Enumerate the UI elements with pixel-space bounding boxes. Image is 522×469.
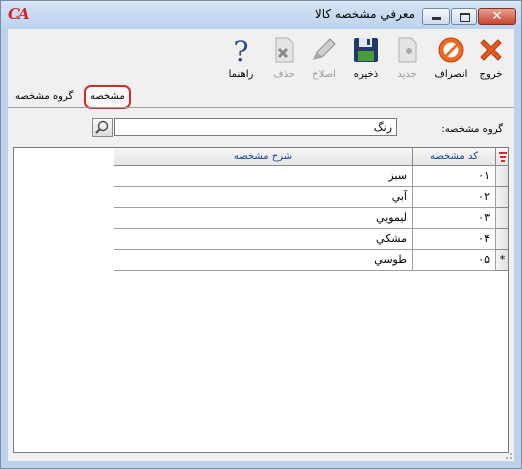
minimize-icon [432,17,441,20]
tab-attribute[interactable]: مشخصه [84,85,131,109]
cancel-icon [438,37,464,63]
client-area: خروج انصراف ذخيره جديد اصلاح حذف ? راهنم… [8,29,514,461]
app-logo: CA [8,5,30,23]
row-selector[interactable] [496,187,508,208]
help-label: راهنما [228,69,254,80]
table-cell-description[interactable]: آبي [114,187,413,208]
table-cell-description[interactable]: ليمويي [114,208,413,229]
row-selector[interactable] [496,166,508,187]
table-cell-description[interactable]: طوسي [114,250,413,271]
close-icon: ✕ [491,9,503,24]
attribute-grid: شرح مشخصه کد مشخصه سبز ۰۱ آبي ۰۲ ليمويي … [13,147,509,453]
delete-button[interactable]: حذف [266,29,302,85]
close-button[interactable]: ✕ [478,8,516,25]
cancel-label: انصراف [434,69,468,80]
toolbar: خروج انصراف ذخيره جديد اصلاح حذف ? راهنم… [8,29,514,85]
resize-grip-icon[interactable] [501,448,513,460]
new-label: جديد [397,69,417,80]
filter-icon[interactable] [496,148,508,166]
window-title: معرفي مشخصه کالا [314,7,415,21]
help-icon: ? [233,35,248,65]
row-selector[interactable] [496,229,508,250]
table-cell-code[interactable]: ۰۳ [413,208,496,229]
save-disk-icon [354,38,378,62]
group-input[interactable] [114,118,397,136]
column-header-description[interactable]: شرح مشخصه [114,148,413,166]
new-button[interactable]: جديد [389,29,425,85]
table-cell-code[interactable]: ۰۵ [413,250,496,271]
table-cell-description[interactable]: سبز [114,166,413,187]
save-button[interactable]: ذخيره [348,29,384,85]
minimize-button[interactable] [422,8,450,25]
new-document-icon [398,37,417,63]
row-selector-new[interactable]: * [496,250,508,271]
exit-button[interactable]: خروج [473,29,509,85]
delete-label: حذف [273,69,295,80]
delete-document-icon [275,37,294,63]
tab-attribute-group[interactable]: گروه مشخصه [11,88,77,105]
row-selector[interactable] [496,208,508,229]
title-bar[interactable]: CA معرفي مشخصه کالا ✕ [1,1,521,29]
tab-strip: مشخصه گروه مشخصه [8,85,514,109]
group-label: گروه مشخصه: [441,124,503,135]
table-cell-code[interactable]: ۰۴ [413,229,496,250]
edit-pencil-icon [313,38,336,60]
table-cell-code[interactable]: ۰۲ [413,187,496,208]
app-window: CA معرفي مشخصه کالا ✕ خروج انصراف ذخيره … [0,0,522,469]
help-button[interactable]: ? راهنما [223,29,259,85]
table-cell-description[interactable]: مشکي [114,229,413,250]
group-search-button[interactable] [92,118,113,137]
search-icon [95,120,109,134]
edit-button[interactable]: اصلاح [306,29,342,85]
maximize-icon [460,13,470,22]
column-header-code[interactable]: کد مشخصه [413,148,496,166]
tab-divider [8,107,514,108]
svg-text:?: ? [233,35,248,65]
cancel-button[interactable]: انصراف [433,29,469,85]
table-cell-code[interactable]: ۰۱ [413,166,496,187]
exit-x-icon [480,39,502,61]
maximize-button[interactable] [451,8,477,25]
